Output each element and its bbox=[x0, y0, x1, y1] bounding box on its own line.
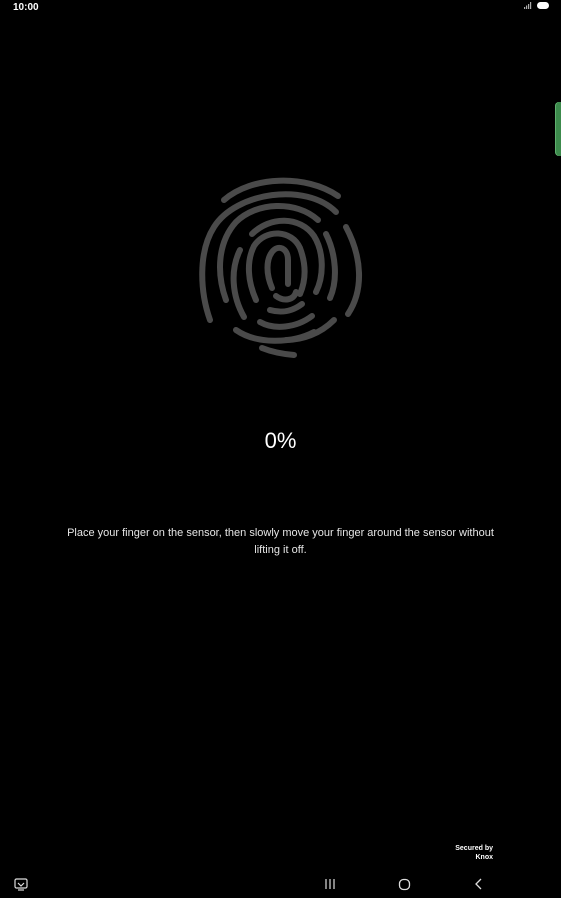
knox-label: Knox bbox=[475, 854, 494, 861]
secured-by-knox: Secured by Knox bbox=[455, 844, 493, 862]
edge-panel-handle[interactable] bbox=[555, 102, 561, 156]
signal-icon bbox=[524, 2, 532, 9]
back-button[interactable] bbox=[469, 876, 489, 892]
navigation-bar bbox=[0, 872, 561, 898]
secured-by-label: Secured by bbox=[455, 845, 493, 852]
recent-apps-icon bbox=[325, 879, 335, 889]
home-button[interactable] bbox=[394, 876, 414, 892]
enrollment-progress: 0% bbox=[264, 428, 297, 453]
status-icons bbox=[524, 2, 549, 9]
enrollment-instruction: Place your finger on the sensor, then sl… bbox=[67, 527, 494, 556]
keyboard-hide-button[interactable] bbox=[11, 876, 31, 892]
keyboard-hide-icon bbox=[14, 877, 28, 891]
back-icon bbox=[475, 878, 482, 890]
home-icon bbox=[398, 878, 410, 890]
fingerprint-icon bbox=[199, 177, 362, 358]
battery-icon bbox=[537, 2, 549, 9]
status-time: 10:00 bbox=[13, 2, 39, 13]
recent-apps-button[interactable] bbox=[320, 876, 340, 892]
status-bar: 10:00 bbox=[0, 0, 561, 16]
